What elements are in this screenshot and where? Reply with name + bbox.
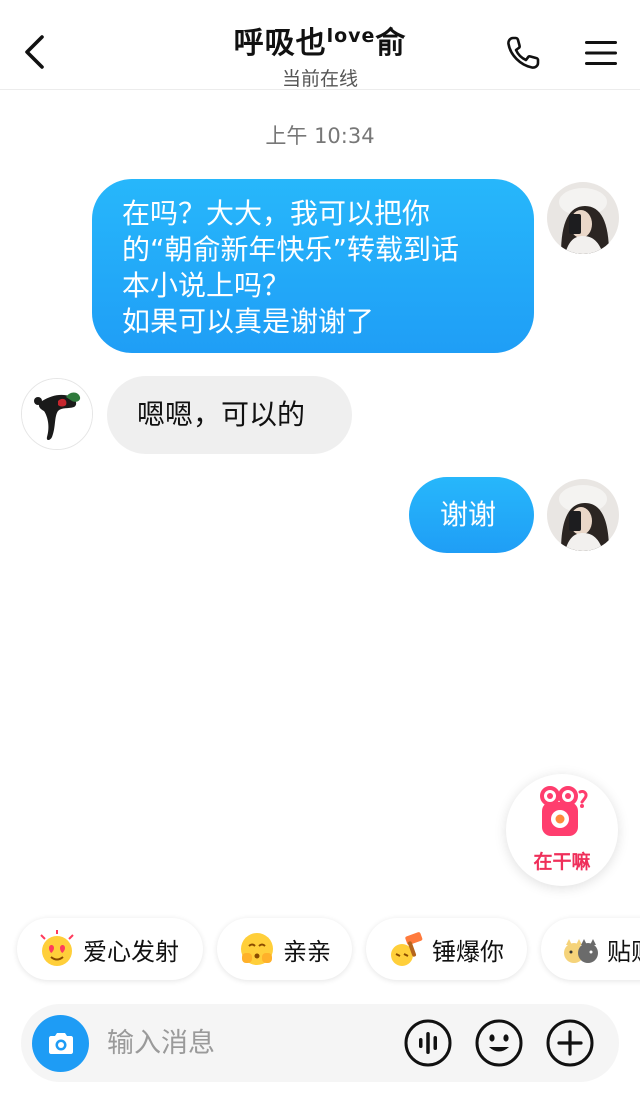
call-button[interactable] <box>500 30 546 76</box>
voice-wave-icon <box>404 1019 452 1067</box>
chip-label: 爱心发射 <box>83 937 179 966</box>
title-end: 俞 <box>375 26 407 61</box>
user-photo-avatar-icon <box>547 182 619 254</box>
chip-label: 亲亲 <box>283 937 331 966</box>
phone-icon <box>507 36 540 69</box>
message-input[interactable] <box>107 1024 387 1062</box>
smiley-icon <box>475 1019 523 1067</box>
message-timestamp: 上午 10:34 <box>265 124 375 148</box>
voice-button[interactable] <box>403 1018 453 1068</box>
kiss-face-emoji-icon <box>241 933 273 965</box>
quick-reply-bar: 爱心发射 亲亲 锤爆你 贴 <box>0 918 640 980</box>
message-line: 嗯嗯，可以的 <box>137 398 306 431</box>
plus-circle-icon <box>546 1019 594 1067</box>
quick-reply-chip[interactable]: 爱心发射 <box>17 918 203 980</box>
hamburger-menu-icon <box>585 41 617 65</box>
dancer-avatar-icon <box>22 379 92 449</box>
chip-label: 贴贴 <box>607 937 640 966</box>
message-line: 的“朝俞新年快乐”转载到话 <box>122 233 460 266</box>
outgoing-message-bubble[interactable]: 谢谢 <box>409 477 534 553</box>
chat-screen: 呼吸也love俞 当前在线 上午 10:34 在吗？大大，我可以把你 的“朝俞新… <box>0 0 640 1107</box>
my-avatar[interactable] <box>547 182 619 254</box>
message-line: 本小说上吗？ <box>122 269 291 302</box>
message-line: 在吗？大大，我可以把你 <box>122 197 431 230</box>
menu-button[interactable] <box>578 30 624 76</box>
my-avatar[interactable] <box>547 479 619 551</box>
incoming-message-bubble[interactable]: 嗯嗯，可以的 <box>107 376 352 454</box>
hammer-emoji-icon <box>391 932 423 966</box>
quick-reply-chip[interactable]: 贴贴 <box>541 918 640 980</box>
contact-avatar[interactable] <box>21 378 93 450</box>
title-sup: love <box>326 25 376 47</box>
what-are-you-doing-button[interactable]: 在干嘛 <box>506 774 618 886</box>
cuddle-emoji-icon <box>564 939 598 963</box>
user-photo-avatar-icon <box>547 479 619 551</box>
message-line: 如果可以真是谢谢了 <box>122 305 375 338</box>
more-button[interactable] <box>545 1018 595 1068</box>
camera-character-icon <box>540 786 588 836</box>
outgoing-message-bubble[interactable]: 在吗？大大，我可以把你 的“朝俞新年快乐”转载到话 本小说上吗？ 如果可以真是谢… <box>92 179 534 353</box>
float-button-label: 在干嘛 <box>533 851 591 873</box>
chip-label: 锤爆你 <box>432 937 504 966</box>
message-line: 谢谢 <box>440 498 497 531</box>
quick-reply-chip[interactable]: 亲亲 <box>217 918 352 980</box>
heart-face-emoji-icon <box>40 930 74 966</box>
quick-reply-chip[interactable]: 锤爆你 <box>366 918 527 980</box>
chat-header: 呼吸也love俞 当前在线 <box>0 0 640 90</box>
title-main: 呼吸也 <box>233 26 327 61</box>
message-input-bar <box>21 1004 619 1082</box>
camera-button[interactable] <box>32 1015 89 1072</box>
emoji-button[interactable] <box>474 1018 524 1068</box>
camera-icon <box>48 1032 73 1054</box>
